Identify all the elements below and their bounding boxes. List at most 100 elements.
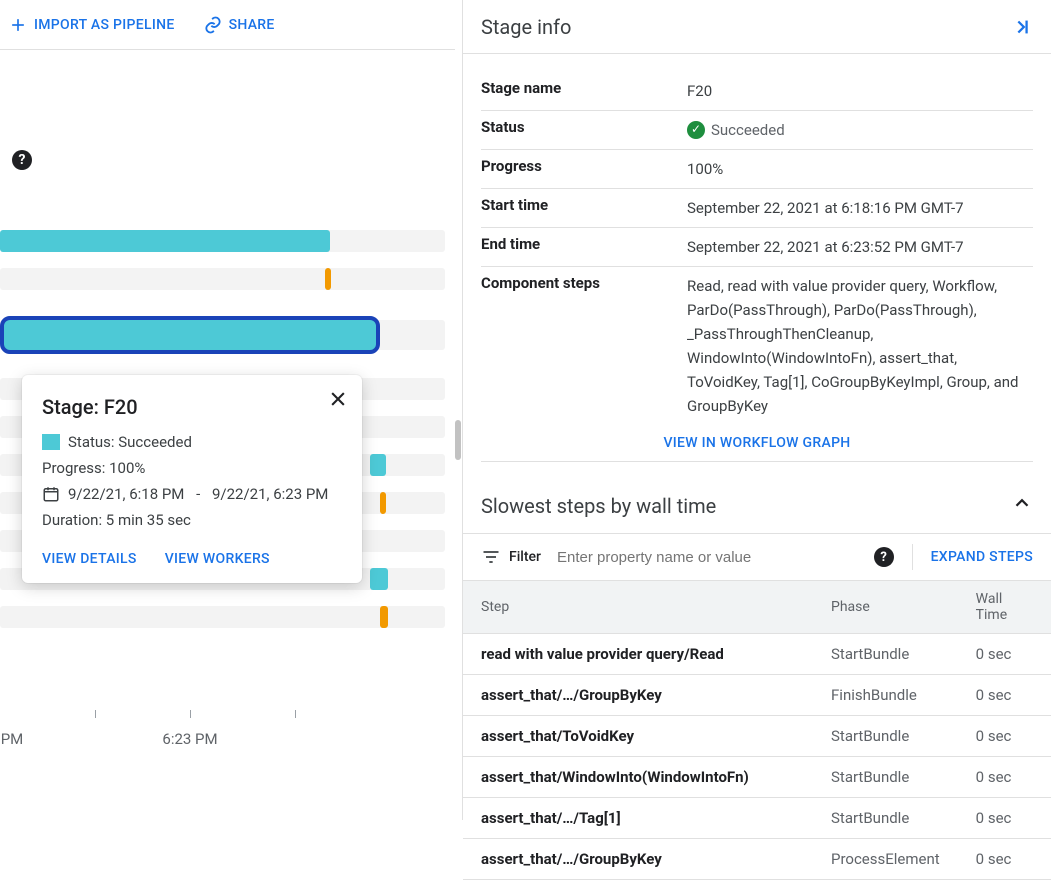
share-label: SHARE [229,17,275,33]
gantt-bar[interactable] [380,492,386,514]
view-in-workflow-graph-button[interactable]: VIEW IN WORKFLOW GRAPH [481,425,1033,462]
table-row[interactable]: assert_that/ToVoidKeyStartBundle0 sec [463,716,1051,757]
share-button[interactable]: SHARE [203,15,275,35]
toolbar: IMPORT AS PIPELINE SHARE [0,0,455,50]
plus-icon [8,15,28,35]
timeline-area: ? PM 6:23 PM Stage: F [0,50,455,820]
help-icon[interactable]: ? [874,547,894,567]
panel-header: Stage info [463,0,1051,54]
filter-label: Filter [509,549,541,565]
chevron-up-icon [1011,492,1033,514]
kv-row-status: Status ✓ Succeeded [481,111,1033,150]
import-label: IMPORT AS PIPELINE [34,17,175,33]
view-details-button[interactable]: VIEW DETAILS [42,551,137,567]
stage-tooltip: Stage: F20 Status: Succeeded Progress: 1… [22,375,362,583]
filter-icon [481,547,501,567]
kv-val: Read, read with value provider query, Wo… [687,274,1033,418]
gantt-bar[interactable] [325,268,331,290]
filter-input[interactable] [555,548,874,567]
tooltip-title: Stage: F20 [42,395,342,419]
gantt-bar[interactable] [370,568,388,590]
gantt-bar[interactable] [0,230,330,252]
gantt-row[interactable] [0,230,445,252]
gantt-bar-selected[interactable] [0,316,380,354]
tooltip-status: Status: Succeeded [68,433,192,451]
kv-row-progress: Progress 100% [481,150,1033,189]
stage-kv-table: Stage name F20 Status ✓ Succeeded Progre… [463,54,1051,462]
phase-cell: StartBundle [813,757,958,798]
kv-key: Start time [481,196,687,220]
wall-cell: 0 sec [958,839,1051,880]
status-swatch [42,434,60,450]
kv-row-end-time: End time September 22, 2021 at 6:23:52 P… [481,228,1033,267]
slowest-steps-header: Slowest steps by wall time [463,462,1051,533]
panel-title: Stage info [481,15,571,39]
axis-tickmark [190,710,191,718]
tooltip-progress: Progress: 100% [42,459,342,477]
kv-row-component-steps: Component steps Read, read with value pr… [481,267,1033,425]
kv-key: Progress [481,157,687,181]
kv-key: Component steps [481,274,687,418]
table-row[interactable]: assert_that/WindowInto(WindowIntoFn)Star… [463,757,1051,798]
gantt-row[interactable] [0,606,445,628]
table-row[interactable]: assert_that/…/GroupByKeyFinishBundle0 se… [463,675,1051,716]
tooltip-dash: - [192,485,204,503]
wall-cell: 0 sec [958,634,1051,675]
calendar-icon [42,485,60,503]
step-cell: read with value provider query/Read [463,634,813,675]
divider [912,544,913,570]
scrollbar-handle[interactable] [455,420,461,460]
gantt-bar[interactable] [370,454,386,476]
view-workers-button[interactable]: VIEW WORKERS [165,551,270,567]
collapse-right-icon [1011,16,1033,38]
expand-steps-button[interactable]: EXPAND STEPS [931,549,1033,565]
kv-row-stage-name: Stage name F20 [481,72,1033,111]
axis-label: PM [1,730,24,748]
steps-table: Step Phase Wall Time read with value pro… [463,581,1051,880]
kv-val: ✓ Succeeded [687,118,1033,142]
phase-cell: FinishBundle [813,675,958,716]
kv-val: September 22, 2021 at 6:18:16 PM GMT-7 [687,196,1033,220]
kv-key: Status [481,118,687,142]
col-phase[interactable]: Phase [813,581,958,634]
wall-cell: 0 sec [958,716,1051,757]
axis-tickmark [295,710,296,718]
filter-bar: Filter ? EXPAND STEPS [463,533,1051,581]
kv-row-start-time: Start time September 22, 2021 at 6:18:16… [481,189,1033,228]
table-row[interactable]: assert_that/…/GroupByKeyProcessElement0 … [463,839,1051,880]
tooltip-actions: VIEW DETAILS VIEW WORKERS [42,551,342,567]
gantt-row[interactable] [0,268,445,290]
link-icon [203,15,223,35]
table-row[interactable]: read with value provider query/ReadStart… [463,634,1051,675]
tooltip-status-row: Status: Succeeded [42,433,342,451]
table-row[interactable]: assert_that/…/Tag[1]StartBundle0 sec [463,798,1051,839]
wall-cell: 0 sec [958,757,1051,798]
step-cell: assert_that/ToVoidKey [463,716,813,757]
wall-cell: 0 sec [958,798,1051,839]
tooltip-start: 9/22/21, 6:18 PM [68,485,184,503]
step-cell: assert_that/…/GroupByKey [463,839,813,880]
collapse-panel-button[interactable] [1011,16,1033,38]
step-cell: assert_that/WindowInto(WindowIntoFn) [463,757,813,798]
step-cell: assert_that/…/GroupByKey [463,675,813,716]
help-icon[interactable]: ? [12,150,32,170]
phase-cell: StartBundle [813,634,958,675]
status-text: Succeeded [711,118,785,142]
axis-label: 6:23 PM [162,730,217,748]
col-step[interactable]: Step [463,581,813,634]
axis-tickmark [95,710,96,718]
tooltip-time-row: 9/22/21, 6:18 PM - 9/22/21, 6:23 PM [42,485,342,503]
import-as-pipeline-button[interactable]: IMPORT AS PIPELINE [8,15,175,35]
collapse-section-button[interactable] [1011,492,1033,519]
close-button[interactable] [328,389,348,413]
col-wall-time[interactable]: Wall Time [958,581,1051,634]
check-circle-icon: ✓ [687,121,705,139]
kv-val: 100% [687,157,1033,181]
gantt-row[interactable] [0,320,445,350]
phase-cell: StartBundle [813,716,958,757]
stage-info-panel: Stage info Stage name F20 Status ✓ Succe… [462,0,1051,820]
gantt-bar[interactable] [380,606,388,628]
tooltip-duration: Duration: 5 min 35 sec [42,511,342,529]
kv-val: F20 [687,79,1033,103]
tooltip-end: 9/22/21, 6:23 PM [212,485,328,503]
